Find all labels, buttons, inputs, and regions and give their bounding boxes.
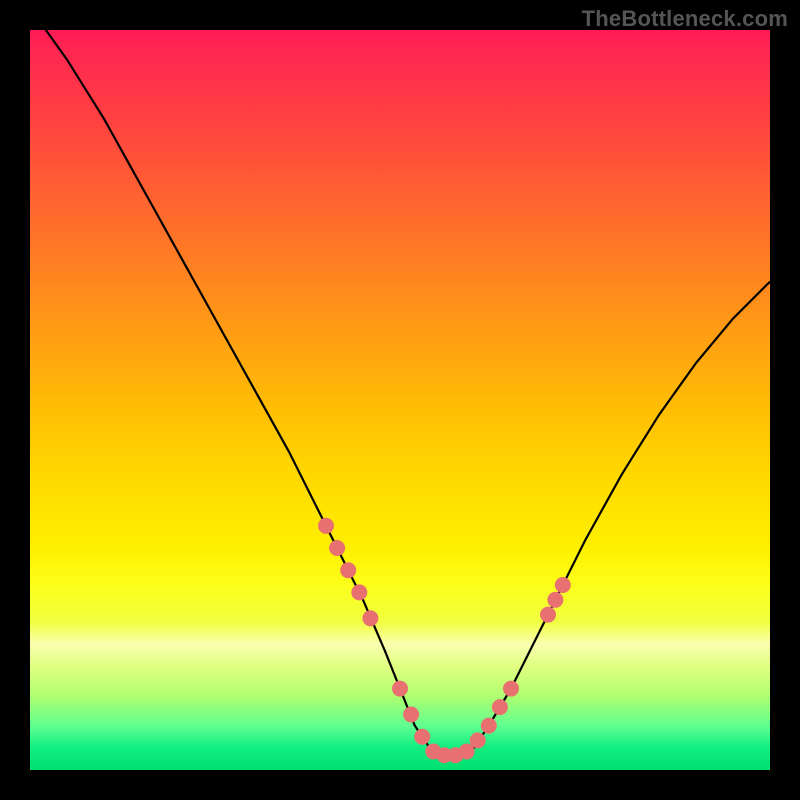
curve-marker [555, 577, 571, 593]
curve-marker [481, 718, 497, 734]
curve-marker [470, 732, 486, 748]
curve-marker [318, 518, 334, 534]
watermark-text: TheBottleneck.com [582, 6, 788, 32]
curve-marker [329, 540, 345, 556]
curve-marker [414, 729, 430, 745]
curve-marker [392, 681, 408, 697]
curve-markers [318, 518, 571, 763]
curve-marker [492, 699, 508, 715]
curve-marker [351, 584, 367, 600]
chart-svg [30, 30, 770, 770]
chart-plot-area [30, 30, 770, 770]
curve-marker [362, 610, 378, 626]
curve-marker [540, 607, 556, 623]
curve-marker [340, 562, 356, 578]
curve-marker [503, 681, 519, 697]
curve-marker [403, 707, 419, 723]
bottleneck-curve [30, 30, 770, 755]
curve-marker [547, 592, 563, 608]
